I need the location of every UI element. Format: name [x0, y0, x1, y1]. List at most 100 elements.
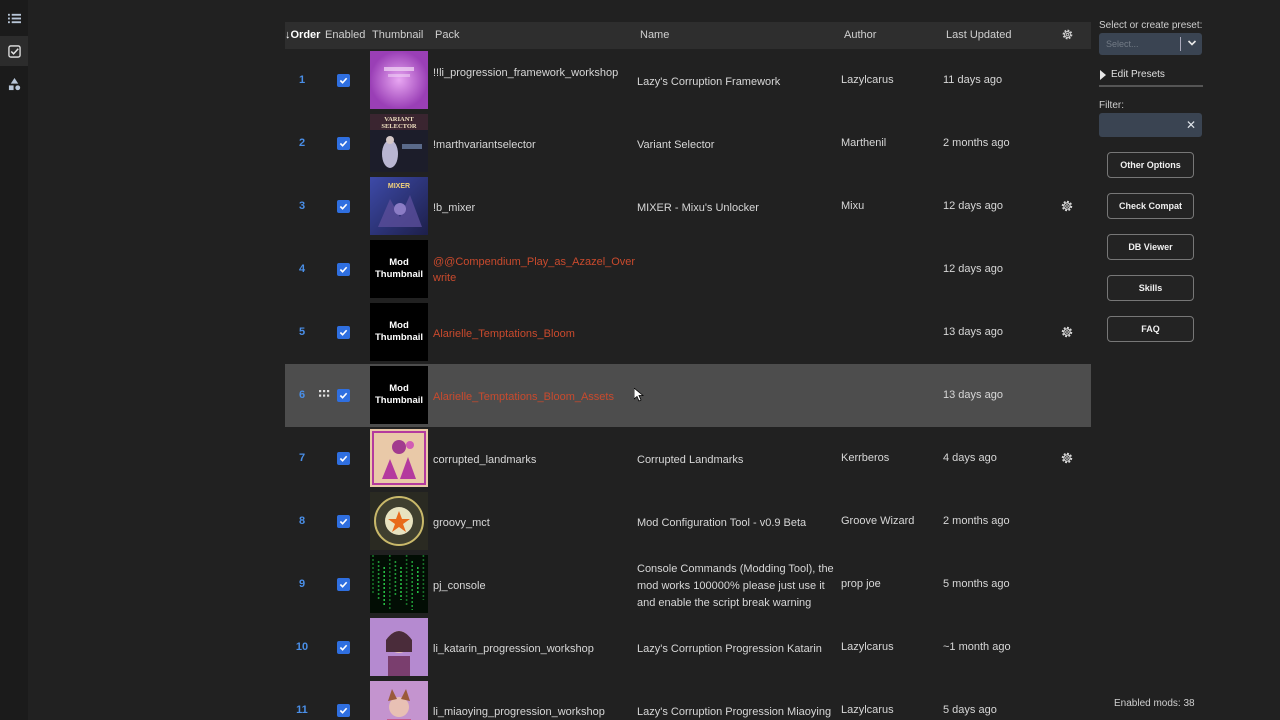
enabled-checkbox[interactable] — [337, 263, 350, 276]
table-row[interactable]: 4 Mod Thumbnail @@Compendium_Play_as_Azaze… — [285, 238, 1091, 301]
mouse-cursor-icon — [634, 388, 644, 402]
enabled-checkbox[interactable] — [337, 704, 350, 717]
thumbnail-image — [370, 429, 428, 487]
thumbnail-image — [370, 618, 428, 676]
pack-name: Alarielle_Temptations_Bloom_Assets — [433, 391, 614, 403]
mod-thumbnail — [370, 555, 428, 613]
last-updated: ~1 month ago — [943, 641, 1011, 653]
row-order: 4 — [298, 263, 306, 275]
db-viewer-button[interactable]: DB Viewer — [1107, 234, 1194, 260]
list-icon — [7, 13, 21, 23]
last-updated: 2 months ago — [943, 137, 1010, 149]
thumbnail-image — [370, 555, 428, 613]
pack-name: Alarielle_Temptations_Bloom — [433, 328, 575, 340]
row-order: 11 — [296, 704, 308, 716]
table-row[interactable]: 7 corrupted_landmarks Corrupted Landmarks K… — [285, 427, 1091, 490]
left-sidebar — [0, 0, 28, 720]
enabled-checkbox[interactable] — [337, 452, 350, 465]
enabled-checkbox[interactable] — [337, 389, 350, 402]
shapes-icon — [8, 77, 20, 90]
mod-settings-icon[interactable] — [1060, 199, 1074, 213]
other-options-button[interactable]: Other Options — [1107, 152, 1194, 178]
column-header-pack[interactable]: Pack — [435, 29, 459, 41]
svg-text:VARIANT: VARIANT — [384, 116, 414, 123]
mod-author: Groove Wizard — [841, 515, 915, 527]
row-order: 1 — [298, 74, 306, 86]
check-compat-button[interactable]: Check Compat — [1107, 193, 1194, 219]
enabled-checkbox[interactable] — [337, 326, 350, 339]
chevron-down-icon[interactable] — [1187, 38, 1197, 48]
mod-author: prop joe — [841, 578, 881, 590]
mod-settings-icon[interactable] — [1060, 451, 1074, 465]
thumbnail-image — [370, 51, 428, 109]
thumbnail-image: VARIANTSELECTOR — [370, 114, 428, 172]
sidebar-item-enabled[interactable] — [0, 36, 28, 66]
filter-input[interactable]: ✕ — [1099, 113, 1202, 137]
mod-thumbnail — [370, 618, 428, 676]
preset-placeholder: Select... — [1106, 39, 1139, 49]
last-updated: 13 days ago — [943, 389, 1003, 401]
column-header-enabled[interactable]: Enabled — [325, 29, 365, 41]
table-row[interactable]: 10 li_katarin_progression_workshop Lazy's … — [285, 616, 1091, 679]
enabled-checkbox[interactable] — [337, 515, 350, 528]
mod-name: Lazy's Corruption Framework — [637, 76, 781, 88]
mod-thumbnail: Mod Thumbnail — [370, 240, 428, 298]
table-row[interactable]: 3 MIXER !b_mixer MIXER - Mixu's Unlocker Mix… — [285, 175, 1091, 238]
mod-thumbnail — [370, 429, 428, 487]
enabled-mods-count: Enabled mods: 38 — [1114, 698, 1195, 709]
pack-name: li_katarin_progression_workshop — [433, 643, 594, 655]
row-order: 3 — [298, 200, 306, 212]
mod-author: Lazylcarus — [841, 641, 894, 653]
column-header-name[interactable]: Name — [640, 29, 669, 41]
mod-thumbnail: VARIANT SELECTOR — [370, 114, 428, 172]
column-settings-icon[interactable] — [1061, 28, 1074, 44]
drag-handle-icon[interactable] — [318, 388, 330, 400]
select-divider — [1180, 37, 1181, 51]
row-order: 6 — [298, 389, 306, 401]
enabled-checkbox[interactable] — [337, 74, 350, 87]
row-order: 10 — [295, 641, 309, 653]
mod-name: Variant Selector — [637, 139, 715, 151]
last-updated: 11 days ago — [943, 74, 1003, 86]
column-header-order[interactable]: ↓Order — [285, 29, 321, 41]
pack-name: @@Compendium_Play_as_Azazel_Overwrite — [433, 256, 636, 284]
row-order: 2 — [298, 137, 306, 149]
column-header-last-updated[interactable]: Last Updated — [946, 29, 1011, 41]
sidebar-item-categories[interactable] — [0, 69, 28, 99]
last-updated: 13 days ago — [943, 326, 1003, 338]
mod-author: Lazylcarus — [841, 74, 894, 86]
enabled-checkbox[interactable] — [337, 578, 350, 591]
pack-name: !b_mixer — [433, 202, 476, 214]
enabled-checkbox[interactable] — [337, 641, 350, 654]
table-row[interactable]: 11 li_miaoying_progression_workshop Lazy's… — [285, 679, 1091, 720]
faq-button[interactable]: FAQ — [1107, 316, 1194, 342]
edit-presets-label: Edit Presets — [1111, 69, 1165, 80]
caret-right-icon — [1100, 70, 1106, 80]
mod-thumbnail — [370, 51, 428, 109]
mod-thumbnail-placeholder: Mod Thumbnail — [370, 366, 428, 424]
clear-filter-icon[interactable]: ✕ — [1186, 118, 1196, 132]
mod-settings-icon[interactable] — [1060, 325, 1074, 339]
table-row[interactable]: 6 Mod Thumbnail Alarielle_Temptations_Bloo… — [285, 364, 1091, 427]
skills-button[interactable]: Skills — [1107, 275, 1194, 301]
mod-thumbnail — [370, 492, 428, 550]
sidebar-item-list[interactable] — [0, 3, 28, 33]
table-row[interactable]: 8 groovy_mct Mod Configuration Tool - v0.9… — [285, 490, 1091, 553]
mod-author: Kerrberos — [841, 452, 890, 464]
edit-presets-toggle[interactable]: Edit Presets — [1099, 69, 1203, 87]
table-row[interactable]: 2 VARIANT SELECTOR !marthvariantselector Var… — [285, 112, 1091, 175]
pack-name: !marthvariantselector — [433, 139, 536, 151]
table-row[interactable]: 1 !!li_progression_framework_workshop Lazy… — [285, 49, 1091, 112]
enabled-checkbox[interactable] — [337, 137, 350, 150]
column-header-thumbnail[interactable]: Thumbnail — [372, 29, 423, 41]
mod-thumbnail-placeholder: Mod Thumbnail — [370, 240, 428, 298]
row-order: 5 — [298, 326, 306, 338]
enabled-checkbox[interactable] — [337, 200, 350, 213]
preset-select[interactable]: Select... — [1099, 33, 1202, 55]
table-row[interactable]: 5 Mod Thumbnail Alarielle_Temptations_Bloo… — [285, 301, 1091, 364]
pack-name: corrupted_landmarks — [433, 454, 537, 466]
svg-text:MIXER: MIXER — [388, 183, 410, 190]
column-header-author[interactable]: Author — [844, 29, 876, 41]
mod-name: Console Commands (Modding Tool), the mod… — [637, 563, 834, 609]
table-row[interactable]: 9 pj_console Console Commands (Modding Too… — [285, 553, 1091, 616]
